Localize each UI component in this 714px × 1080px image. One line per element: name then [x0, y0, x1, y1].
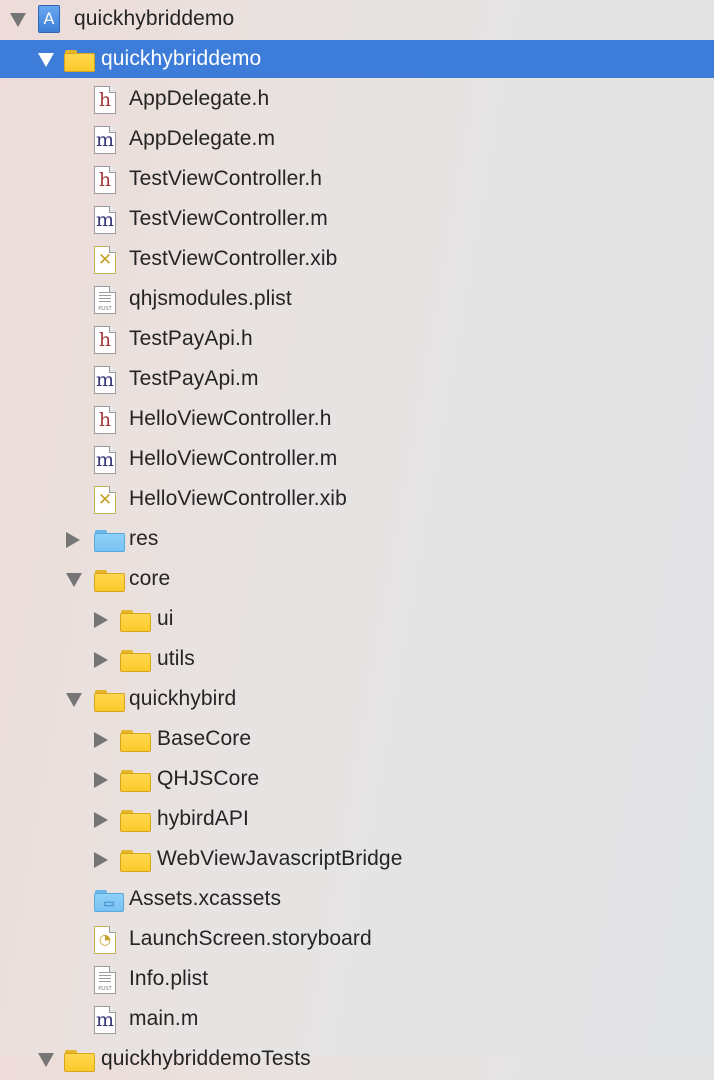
- tree-row-appdelegate-m[interactable]: m AppDelegate.m: [0, 120, 714, 160]
- tree-item-label: hybirdAPI: [157, 807, 249, 830]
- tree-row-testviewcontroller-m[interactable]: m TestViewController.m: [0, 200, 714, 240]
- folder-icon: [120, 610, 152, 632]
- tree-item-label: quickhybriddemoTests: [101, 1047, 311, 1070]
- header-file-icon: h: [94, 406, 116, 434]
- disclosure-collapsed-icon[interactable]: [94, 732, 108, 748]
- disclosure-collapsed-icon[interactable]: [94, 812, 108, 828]
- header-file-icon: h: [94, 326, 116, 354]
- tree-item-label: HelloViewController.m: [129, 447, 338, 470]
- tree-row-core[interactable]: core: [0, 560, 714, 600]
- folder-reference-icon: [94, 530, 126, 552]
- tree-row-qhjsmodules-plist[interactable]: PLIST qhjsmodules.plist: [0, 280, 714, 320]
- disclosure-collapsed-icon[interactable]: [94, 652, 108, 668]
- disclosure-expanded-icon[interactable]: [38, 53, 54, 67]
- tree-row-res[interactable]: res: [0, 520, 714, 560]
- objc-source-file-icon: m: [94, 446, 116, 474]
- xib-file-icon: ✕: [94, 486, 116, 514]
- tree-item-label: HelloViewController.h: [129, 407, 332, 430]
- tree-row-quickhybriddemo[interactable]: quickhybriddemo: [0, 40, 714, 78]
- tree-item-label: TestViewController.xib: [129, 247, 338, 270]
- tree-row-helloviewcontroller-h[interactable]: h HelloViewController.h: [0, 400, 714, 440]
- tree-row-qhjscore[interactable]: QHJSCore: [0, 760, 714, 800]
- tree-row-info-plist[interactable]: PLIST Info.plist: [0, 960, 714, 1000]
- tree-item-label: utils: [157, 647, 195, 670]
- disclosure-expanded-icon[interactable]: [66, 693, 82, 707]
- tree-item-label: quickhybriddemo: [74, 7, 235, 30]
- tree-item-label: QHJSCore: [157, 767, 260, 790]
- disclosure-collapsed-icon[interactable]: [94, 852, 108, 868]
- tree-item-label: quickhybird: [129, 687, 237, 710]
- tree-item-label: TestViewController.m: [129, 207, 328, 230]
- tree-item-label: quickhybriddemo: [101, 47, 262, 70]
- tree-row-quickhybird[interactable]: quickhybird: [0, 680, 714, 720]
- disclosure-collapsed-icon[interactable]: [94, 772, 108, 788]
- tree-row-ui[interactable]: ui: [0, 600, 714, 640]
- storyboard-file-icon: ◔: [94, 926, 116, 954]
- folder-icon: [120, 770, 152, 792]
- project-navigator: Aquickhybriddemo quickhybriddemo h AppDeleg…: [0, 0, 714, 1072]
- tree-item-label: TestPayApi.h: [129, 327, 253, 350]
- tree-row-helloviewcontroller-m[interactable]: m HelloViewController.m: [0, 440, 714, 480]
- tree-item-label: qhjsmodules.plist: [129, 287, 292, 310]
- folder-icon: [94, 690, 126, 712]
- tree-row-quickhybriddemotests[interactable]: quickhybriddemoTests: [0, 1040, 714, 1080]
- folder-icon: [120, 730, 152, 752]
- tree-item-label: LaunchScreen.storyboard: [129, 927, 372, 950]
- tree-row-helloviewcontroller-xib[interactable]: ✕ HelloViewController.xib: [0, 480, 714, 520]
- tree-item-label: HelloViewController.xib: [129, 487, 347, 510]
- tree-item-label: Info.plist: [129, 967, 209, 990]
- tree-row-main-m[interactable]: m main.m: [0, 1000, 714, 1040]
- folder-icon: [94, 570, 126, 592]
- tree-row-launchscreen-storyboard[interactable]: ◔ LaunchScreen.storyboard: [0, 920, 714, 960]
- tree-row-quickhybriddemo[interactable]: Aquickhybriddemo: [0, 0, 714, 40]
- tree-row-webviewjavascriptbridge[interactable]: WebViewJavascriptBridge: [0, 840, 714, 880]
- folder-icon: [64, 1050, 96, 1072]
- disclosure-expanded-icon[interactable]: [66, 573, 82, 587]
- tree-item-label: AppDelegate.m: [129, 127, 276, 150]
- tree-item-label: core: [129, 567, 171, 590]
- disclosure-expanded-icon[interactable]: [10, 13, 26, 27]
- tree-row-testviewcontroller-h[interactable]: h TestViewController.h: [0, 160, 714, 200]
- tree-row-appdelegate-h[interactable]: h AppDelegate.h: [0, 80, 714, 120]
- disclosure-collapsed-icon[interactable]: [66, 532, 80, 548]
- tree-item-label: WebViewJavascriptBridge: [157, 847, 403, 870]
- header-file-icon: h: [94, 86, 116, 114]
- folder-icon: [120, 810, 152, 832]
- tree-item-label: main.m: [129, 1007, 199, 1030]
- objc-source-file-icon: m: [94, 1006, 116, 1034]
- header-file-icon: h: [94, 166, 116, 194]
- tree-row-hybirdapi[interactable]: hybirdAPI: [0, 800, 714, 840]
- tree-item-label: ui: [157, 607, 174, 630]
- tree-row-utils[interactable]: utils: [0, 640, 714, 680]
- objc-source-file-icon: m: [94, 366, 116, 394]
- tree-item-label: TestPayApi.m: [129, 367, 259, 390]
- tree-row-basecore[interactable]: BaseCore: [0, 720, 714, 760]
- tree-item-label: res: [129, 527, 159, 550]
- xcode-project-icon: A: [38, 5, 60, 33]
- disclosure-expanded-icon[interactable]: [38, 1053, 54, 1067]
- objc-source-file-icon: m: [94, 206, 116, 234]
- tree-item-label: AppDelegate.h: [129, 87, 270, 110]
- plist-file-icon: PLIST: [94, 966, 116, 994]
- tree-row-testpayapi-h[interactable]: h TestPayApi.h: [0, 320, 714, 360]
- tree-item-label: BaseCore: [157, 727, 252, 750]
- tree-item-label: Assets.xcassets: [129, 887, 282, 910]
- tree-row-testviewcontroller-xib[interactable]: ✕ TestViewController.xib: [0, 240, 714, 280]
- folder-icon: [64, 50, 96, 72]
- plist-file-icon: PLIST: [94, 286, 116, 314]
- objc-source-file-icon: m: [94, 126, 116, 154]
- tree-row-testpayapi-m[interactable]: m TestPayApi.m: [0, 360, 714, 400]
- tree-row-assets-xcassets[interactable]: ▭ Assets.xcassets: [0, 880, 714, 920]
- folder-icon: [120, 650, 152, 672]
- disclosure-collapsed-icon[interactable]: [94, 612, 108, 628]
- folder-icon: [120, 850, 152, 872]
- asset-catalog-icon: ▭: [94, 890, 124, 912]
- xib-file-icon: ✕: [94, 246, 116, 274]
- tree-item-label: TestViewController.h: [129, 167, 323, 190]
